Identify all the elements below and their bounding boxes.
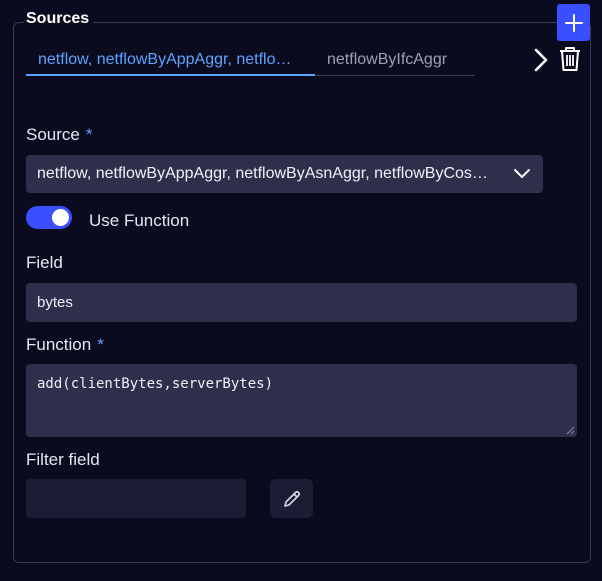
pencil-icon	[283, 490, 300, 507]
add-source-button[interactable]	[557, 4, 590, 41]
use-function-label: Use Function	[89, 211, 190, 230]
trash-icon[interactable]	[557, 45, 583, 73]
required-mark: *	[97, 335, 104, 354]
tab-source-1[interactable]: netflow, netflowByAppAggr, netflowByAsnA…	[26, 45, 315, 76]
plus-icon	[564, 13, 583, 32]
field-input[interactable]: bytes	[26, 283, 577, 322]
source-select[interactable]: netflow, netflowByAppAggr, netflowByAsnA…	[26, 155, 543, 193]
filter-field-label: Filter field	[26, 450, 100, 469]
resize-grip-icon[interactable]	[565, 425, 575, 435]
required-mark: *	[85, 125, 93, 144]
edit-filter-button[interactable]	[270, 479, 313, 518]
filter-field-input[interactable]	[26, 479, 246, 518]
source-tabs: netflow, netflowByAppAggr, netflowByAsnA…	[26, 45, 475, 77]
field-label: Field	[26, 253, 63, 272]
function-label: Function *	[26, 335, 104, 354]
use-function-toggle[interactable]	[26, 206, 72, 229]
source-label: Source *	[26, 125, 93, 144]
tab-source-2[interactable]: netflowByIfcAggr	[315, 45, 475, 76]
sources-legend: Sources	[24, 10, 94, 28]
chevron-down-icon[interactable]	[512, 165, 532, 183]
toggle-knob	[52, 209, 69, 226]
chevron-right-icon[interactable]	[530, 47, 552, 73]
function-textarea[interactable]: add(clientBytes,serverBytes)	[26, 364, 577, 437]
